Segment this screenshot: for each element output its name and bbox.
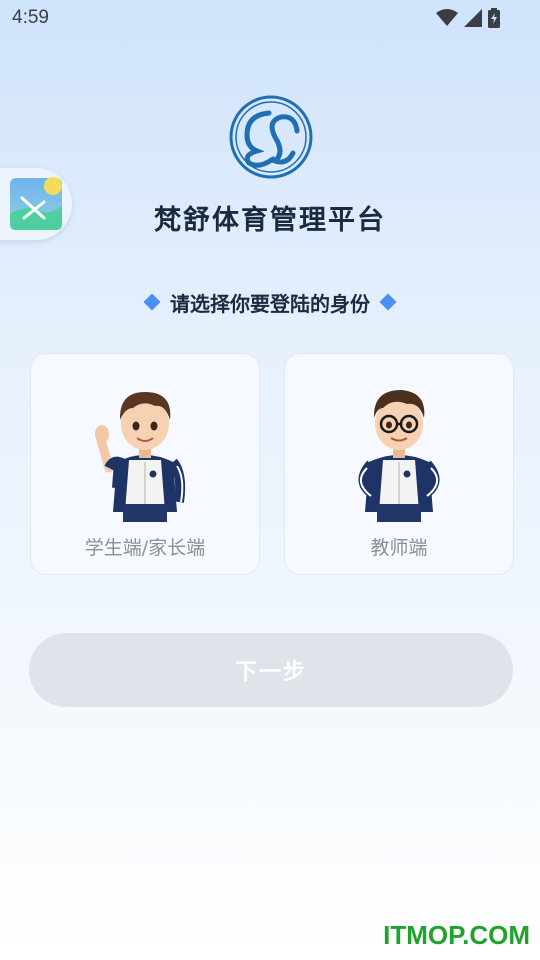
identity-prompt: 请选择你要登陆的身份	[0, 287, 540, 317]
cellular-signal-icon	[464, 9, 482, 27]
student-avatar-icon	[95, 392, 186, 522]
fanshu-logo	[229, 95, 313, 179]
status-icons	[436, 8, 500, 28]
teacher-avatar-icon	[358, 390, 440, 522]
watermark-logo: ITMOP.COM	[383, 920, 530, 950]
identity-prompt-text: 请选择你要登陆的身份	[170, 291, 370, 316]
diamond-left-icon	[143, 293, 161, 311]
role-label-teacher: 教师端	[370, 537, 428, 559]
wifi-icon	[436, 9, 458, 26]
battery-charging-icon	[488, 8, 500, 28]
diamond-right-icon	[379, 293, 397, 311]
role-card-teacher[interactable]: 教师端	[284, 353, 514, 575]
next-step-button[interactable]: 下一步	[29, 633, 513, 707]
role-card-student-parent[interactable]: 学生端/家长端	[30, 353, 260, 575]
role-label-student-parent: 学生端/家长端	[84, 537, 206, 559]
app-title: 梵舒体育管理平台	[154, 205, 386, 236]
status-time: 4:59	[12, 7, 49, 28]
status-bar: 4:59	[0, 0, 540, 36]
